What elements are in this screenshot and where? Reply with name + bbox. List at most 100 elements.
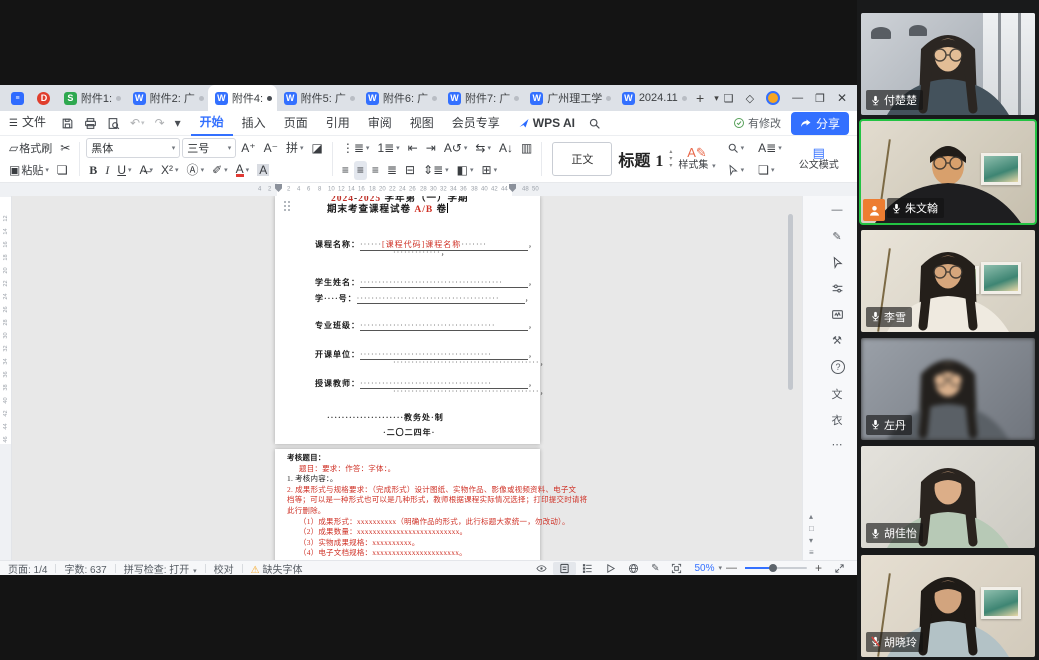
settings-sliders-button[interactable] bbox=[829, 282, 845, 298]
italic-button[interactable]: I bbox=[102, 161, 112, 180]
doc-tab-附件4:[interactable]: W附件4: bbox=[208, 85, 277, 111]
zoom-in-button[interactable]: + bbox=[815, 561, 822, 575]
print-preview-button[interactable] bbox=[103, 116, 124, 130]
object-layer-button[interactable]: ❏▾ bbox=[755, 161, 785, 180]
text-direction-button[interactable]: A↺▾ bbox=[441, 139, 471, 158]
font-color-button[interactable]: A▾ bbox=[233, 161, 253, 180]
share-button[interactable]: 分享 bbox=[791, 112, 849, 135]
quick-more-button[interactable]: ▾ bbox=[171, 116, 185, 130]
underline-button[interactable]: U▾ bbox=[114, 161, 134, 180]
web-view-button[interactable] bbox=[622, 563, 645, 574]
zoom-slider[interactable] bbox=[745, 567, 807, 569]
zoom-value[interactable]: 50% bbox=[694, 563, 714, 574]
help-button[interactable]: ? bbox=[831, 360, 845, 374]
tab-modified-dot[interactable] bbox=[682, 96, 687, 101]
undo-button[interactable]: ↶▾ bbox=[126, 116, 149, 130]
browse-object-button[interactable]: □ bbox=[809, 524, 814, 533]
cut-button[interactable]: ✂ bbox=[57, 139, 73, 158]
participant-tile-李雪[interactable]: 李雪 bbox=[861, 230, 1035, 332]
zoom-chevron-icon[interactable]: ▾ bbox=[718, 564, 722, 572]
tab-modified-dot[interactable] bbox=[606, 96, 611, 101]
account-avatar[interactable] bbox=[766, 91, 780, 105]
tab-list-chevron-icon[interactable]: ▾ bbox=[709, 85, 724, 111]
participant-tile-朱文翰[interactable]: 朱文翰 bbox=[861, 121, 1035, 223]
select-button[interactable]: ▾ bbox=[724, 161, 748, 180]
doc-tab-附件7: 广[interactable]: W附件7: 广 bbox=[441, 85, 523, 111]
paragraph-drag-handle[interactable] bbox=[284, 201, 292, 212]
style-gallery-spinner[interactable]: ▴▾▾ bbox=[669, 149, 672, 170]
file-menu-button[interactable]: ☰文件 bbox=[0, 110, 55, 136]
participant-tile-胡佳怡[interactable]: 胡佳怡 bbox=[861, 446, 1035, 548]
more-tools-button[interactable]: ⋯ bbox=[829, 438, 845, 451]
wps-ai-menu-item[interactable]: WPS AI bbox=[509, 111, 584, 135]
prev-page-button[interactable]: ▴ bbox=[809, 512, 813, 521]
bullet-list-button[interactable]: ⋮≣▾ bbox=[339, 139, 373, 158]
minimize-button[interactable]: — bbox=[792, 92, 803, 104]
menu-item-会员专享[interactable]: 会员专享 bbox=[443, 111, 509, 135]
columns-button[interactable]: ▥ bbox=[518, 139, 535, 158]
status-missing-font-warning[interactable]: ⚠缺失字体 bbox=[251, 561, 303, 576]
bold-button[interactable]: B bbox=[86, 161, 100, 180]
integration-button[interactable]: ◇ bbox=[746, 92, 754, 105]
ink-button[interactable]: ✎ bbox=[645, 563, 665, 574]
copy-button[interactable]: ❏ bbox=[54, 161, 71, 180]
paste-button[interactable]: ▣粘贴▾ bbox=[6, 161, 52, 180]
document-page-2[interactable]: 考核题目：题目：要求：作答：字体：。1. 考核内容：。2. 成果形式与规格要求：… bbox=[275, 449, 540, 560]
participant-tile-胡晓玲[interactable]: 胡晓玲 bbox=[861, 555, 1035, 657]
menu-item-页面[interactable]: 页面 bbox=[275, 111, 317, 135]
status-spellcheck[interactable]: 拼写检查: 打开 ▾ bbox=[124, 561, 197, 576]
borders-button[interactable]: ⊞▾ bbox=[479, 161, 501, 180]
slideshow-button[interactable] bbox=[599, 563, 622, 574]
highlight-button[interactable]: ✐▾ bbox=[209, 161, 231, 180]
tab-modified-dot[interactable] bbox=[267, 96, 272, 101]
vertical-scrollbar[interactable] bbox=[788, 214, 793, 390]
participant-tile-左丹[interactable]: 左丹 bbox=[861, 338, 1035, 440]
align-center-button[interactable]: ≡ bbox=[354, 161, 367, 180]
zoom-out-button[interactable]: — bbox=[726, 562, 737, 574]
field-underline[interactable]: ······································· bbox=[357, 294, 525, 304]
gov-document-mode-button[interactable]: ▤公文模式 bbox=[799, 146, 839, 172]
print-button[interactable] bbox=[80, 116, 101, 130]
char-shading-button[interactable]: A bbox=[254, 161, 272, 180]
font-name-select[interactable]: 黑体▾ bbox=[86, 138, 180, 158]
new-tab-button[interactable]: + bbox=[691, 85, 709, 111]
menu-item-审阅[interactable]: 审阅 bbox=[359, 111, 401, 135]
increase-indent-button[interactable]: ⇥ bbox=[423, 139, 439, 158]
restore-button[interactable]: ❐ bbox=[815, 92, 825, 105]
doc-tab-附件6: 广[interactable]: W附件6: 广 bbox=[359, 85, 441, 111]
skin-button[interactable]: 衣 bbox=[829, 412, 845, 428]
wps-home-tab[interactable]: ≡ bbox=[4, 85, 30, 111]
increase-font-button[interactable]: A⁺ bbox=[238, 139, 258, 158]
status-proofread-button[interactable]: 校对 bbox=[214, 561, 234, 576]
fit-page-button[interactable] bbox=[665, 563, 688, 574]
outline-view-button[interactable] bbox=[576, 563, 599, 574]
edit-pen-button[interactable]: ✎ bbox=[829, 230, 845, 243]
menu-item-引用[interactable]: 引用 bbox=[317, 111, 359, 135]
sort-button[interactable]: A↓ bbox=[496, 139, 516, 158]
decrease-indent-button[interactable]: ⇤ bbox=[405, 139, 421, 158]
status-page-count[interactable]: 页面: 1/4 bbox=[8, 561, 47, 576]
save-button[interactable] bbox=[57, 116, 78, 130]
translate-button[interactable]: 文 bbox=[829, 386, 845, 402]
doc-tab-附件1:[interactable]: S附件1: bbox=[57, 85, 126, 111]
phonetic-guide-button[interactable]: 拼▾ bbox=[283, 139, 307, 158]
status-word-count[interactable]: 字数: 637 bbox=[64, 561, 106, 576]
menu-item-插入[interactable]: 插入 bbox=[233, 111, 275, 135]
doc-tab-广州理工学[interactable]: W广州理工学 bbox=[523, 85, 615, 111]
menu-item-视图[interactable]: 视图 bbox=[401, 111, 443, 135]
tab-modified-dot[interactable] bbox=[116, 96, 121, 101]
document-page-1[interactable]: 2024-2025 学年第（一）学期期末考查课程试卷 A/B 卷课程名称：···… bbox=[275, 196, 540, 444]
numbered-list-button[interactable]: 1≣▾ bbox=[374, 139, 402, 158]
menu-item-开始[interactable]: 开始 bbox=[191, 110, 233, 136]
find-button[interactable]: ▾ bbox=[724, 139, 748, 158]
zoom-slider-knob[interactable] bbox=[769, 564, 777, 572]
select-tool-button[interactable] bbox=[829, 256, 845, 272]
style-body-option[interactable]: 正文 bbox=[552, 142, 612, 176]
field-underline[interactable]: ······································· bbox=[360, 278, 528, 288]
justify-button[interactable]: ≣ bbox=[384, 161, 400, 180]
search-icon[interactable] bbox=[584, 117, 605, 130]
workspace-button[interactable]: ❑ bbox=[724, 92, 734, 105]
doc-assistant-button[interactable] bbox=[829, 308, 845, 324]
shading-color-button[interactable]: ◧▾ bbox=[454, 161, 477, 180]
line-spacing-button[interactable]: ⇕≣▾ bbox=[420, 161, 452, 180]
